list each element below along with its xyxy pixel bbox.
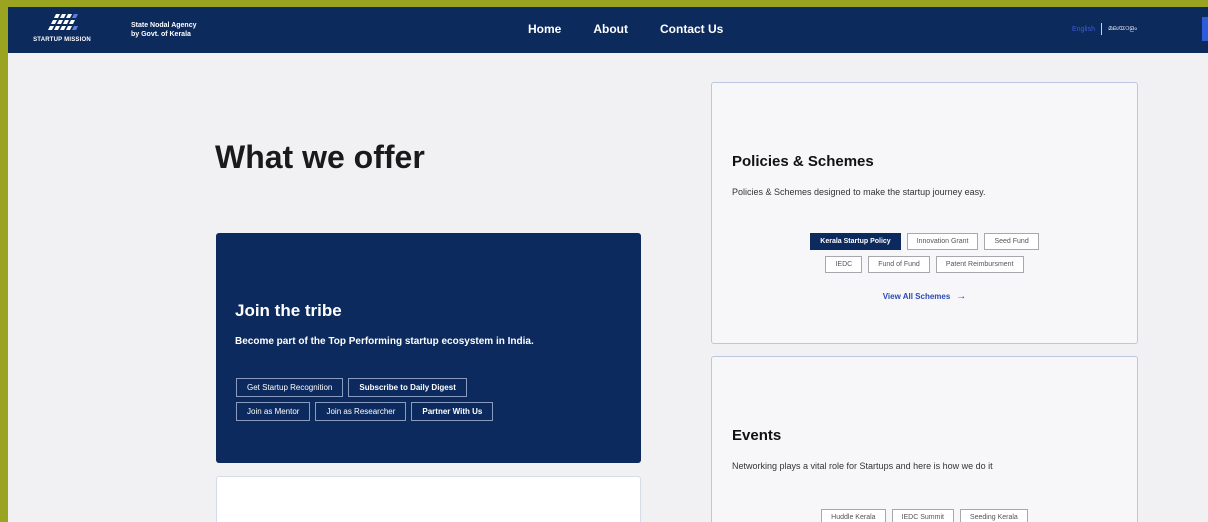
join-tribe-card: Join the tribe Become part of the Top Pe… bbox=[216, 233, 641, 463]
lang-malayalam[interactable]: മലയാളം bbox=[1108, 25, 1137, 33]
partner-with-us-button[interactable]: Partner With Us bbox=[411, 402, 494, 421]
policies-schemes-card: Policies & Schemes Policies & Schemes de… bbox=[711, 82, 1138, 344]
tag-kerala-startup-policy[interactable]: Kerala Startup Policy bbox=[810, 233, 901, 250]
policies-description: Policies & Schemes designed to make the … bbox=[732, 187, 986, 197]
agency-line-1: State Nodal Agency bbox=[131, 22, 197, 29]
view-all-label: View All Schemes bbox=[882, 292, 951, 301]
lang-english[interactable]: English bbox=[1072, 26, 1095, 33]
tag-fund-of-fund[interactable]: Fund of Fund bbox=[868, 256, 930, 273]
agency-label: State Nodal Agency by Govt. of Kerala bbox=[131, 21, 196, 39]
tribe-title: Join the tribe bbox=[235, 301, 342, 320]
nav-contact-us[interactable]: Contact Us bbox=[660, 22, 723, 36]
nav-about[interactable]: About bbox=[593, 22, 628, 36]
events-description: Networking plays a vital role for Startu… bbox=[732, 461, 993, 471]
page-title: What we offer bbox=[215, 139, 425, 175]
logo-grid-icon bbox=[48, 14, 78, 30]
lang-divider bbox=[1100, 23, 1102, 35]
tag-patent-reimbursment[interactable]: Patent Reimbursment bbox=[935, 256, 1024, 273]
tag-seeding-kerala[interactable]: Seeding Kerala bbox=[959, 509, 1028, 522]
get-startup-recognition-button[interactable]: Get Startup Recognition bbox=[236, 378, 344, 397]
tribe-buttons: Get Startup Recognition Subscribe to Dai… bbox=[236, 378, 626, 426]
tag-innovation-grant[interactable]: Innovation Grant bbox=[906, 233, 979, 250]
arrow-right-icon: → bbox=[956, 291, 967, 302]
tribe-description: Become part of the Top Performing startu… bbox=[235, 336, 534, 347]
top-navbar: STARTUP MISSION State Nodal Agency by Go… bbox=[8, 7, 1208, 53]
events-tags: Huddle Kerala IEDC Summit Seeding Kerala bbox=[712, 509, 1137, 522]
tag-seed-fund[interactable]: Seed Fund bbox=[984, 233, 1039, 250]
agency-line-2: by Govt. of Kerala bbox=[131, 31, 191, 38]
policies-tags: Kerala Startup Policy Innovation Grant S… bbox=[712, 233, 1137, 273]
offer-card-empty bbox=[216, 476, 641, 522]
subscribe-daily-digest-button[interactable]: Subscribe to Daily Digest bbox=[348, 378, 467, 397]
events-title: Events bbox=[732, 427, 782, 444]
policies-title: Policies & Schemes bbox=[732, 153, 874, 170]
header-action-button[interactable] bbox=[1202, 17, 1208, 41]
join-as-researcher-button[interactable]: Join as Researcher bbox=[315, 402, 407, 421]
ksum-logo[interactable]: STARTUP MISSION bbox=[14, 12, 110, 48]
view-all-schemes-link[interactable]: View All Schemes → bbox=[712, 291, 1137, 302]
tag-iedc[interactable]: IEDC bbox=[825, 256, 863, 273]
tag-huddle-kerala[interactable]: Huddle Kerala bbox=[821, 509, 886, 522]
main-nav: Home About Contact Us bbox=[528, 22, 723, 36]
events-card: Events Networking plays a vital role for… bbox=[711, 356, 1138, 522]
logo-text: STARTUP MISSION bbox=[33, 37, 91, 43]
tag-iedc-summit[interactable]: IEDC Summit bbox=[891, 509, 954, 522]
language-switcher: English മലയാളം bbox=[1072, 23, 1137, 35]
join-as-mentor-button[interactable]: Join as Mentor bbox=[236, 402, 311, 421]
browser-frame: STARTUP MISSION State Nodal Agency by Go… bbox=[8, 7, 1208, 522]
nav-home[interactable]: Home bbox=[528, 22, 561, 36]
